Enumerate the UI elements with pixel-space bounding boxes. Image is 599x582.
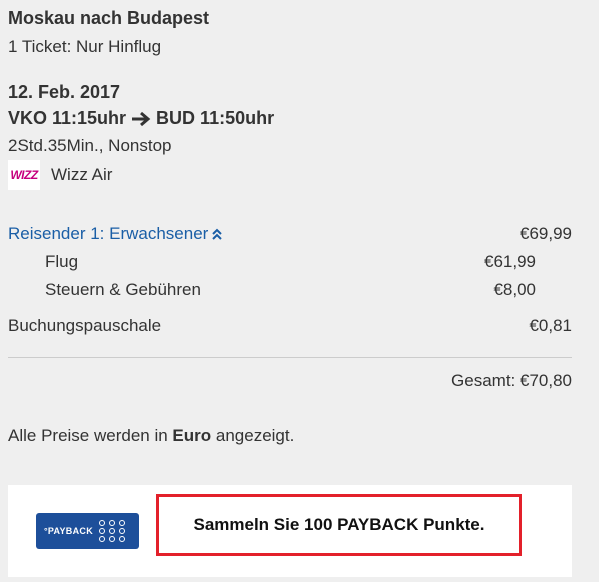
divider — [8, 357, 572, 358]
flight-fare-label: Flug — [45, 252, 79, 271]
total-price: Gesamt: €70,80 — [451, 371, 572, 390]
taxes-label: Steuern & Gebühren — [45, 280, 201, 299]
ticket-type: 1 Ticket: Nur Hinflug — [8, 37, 162, 56]
flight-times: VKO 11:15uhr BUD 11:50uhr — [8, 108, 274, 129]
chevron-double-up-icon[interactable] — [212, 228, 223, 240]
arrival-time: BUD 11:50uhr — [156, 108, 275, 128]
route-title: Moskau nach Budapest — [8, 8, 210, 28]
booking-fee-label: Buchungspauschale — [8, 316, 162, 335]
flight-fare-price: €61,99 — [484, 252, 536, 271]
payback-logo: °PAYBACK — [36, 513, 139, 549]
departure-time: VKO 11:15uhr — [8, 108, 127, 128]
flight-duration: 2Std.35Min., Nonstop — [8, 136, 172, 155]
currency-name: Euro — [172, 426, 212, 445]
traveler-toggle-link[interactable]: Reisender 1: Erwachsener — [8, 224, 223, 244]
payback-banner: °PAYBACK Sammeln Sie 100 PAYBACK Punkte. — [8, 485, 572, 577]
airline-row: WIZZ Wizz Air — [8, 160, 112, 190]
traveler-label[interactable]: Reisender 1: Erwachsener — [8, 224, 208, 244]
arrow-right-icon — [132, 111, 151, 126]
payback-dots-icon — [99, 520, 127, 542]
airline-name: Wizz Air — [51, 165, 113, 184]
booking-fee-price: €0,81 — [529, 316, 572, 335]
taxes-price: €8,00 — [493, 280, 536, 299]
wizz-air-logo: WIZZ — [8, 160, 40, 190]
traveler-price: €69,99 — [520, 224, 572, 243]
flight-date: 12. Feb. 2017 — [8, 82, 121, 102]
payback-points-message: Sammeln Sie 100 PAYBACK Punkte. — [156, 494, 522, 556]
currency-note: Alle Preise werden in Euro angezeigt. — [8, 426, 295, 445]
